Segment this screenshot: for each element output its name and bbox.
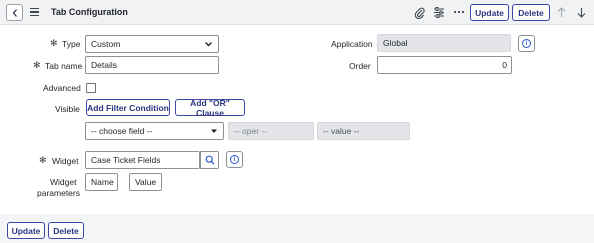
caret-down-icon xyxy=(211,129,217,133)
application-value: Global xyxy=(383,38,408,48)
application-label: Application xyxy=(331,39,373,49)
search-icon xyxy=(205,155,214,165)
info-icon: i xyxy=(522,39,531,48)
order-label: Order xyxy=(349,61,371,71)
widget-value: Case Ticket Fields xyxy=(91,155,161,165)
delete-button[interactable]: Delete xyxy=(512,4,550,21)
info-icon: i xyxy=(230,155,239,164)
form-footer: Update Delete xyxy=(0,214,594,243)
required-asterisk-icon: ✻ xyxy=(33,60,41,70)
operator-value: -- oper -- xyxy=(234,126,268,136)
footer-update-button[interactable]: Update xyxy=(7,222,45,239)
sliders-icon[interactable] xyxy=(432,5,446,19)
order-value: 0 xyxy=(502,60,507,70)
application-info-button[interactable]: i xyxy=(518,35,535,52)
arrow-down-icon[interactable] xyxy=(574,5,588,19)
choose-field-value: -- choose field -- xyxy=(91,126,153,136)
widget-lookup-button[interactable] xyxy=(200,151,219,169)
widget-param-value-placeholder: Value xyxy=(135,177,157,187)
order-input[interactable]: 0 xyxy=(377,56,512,74)
hamburger-menu-icon[interactable] xyxy=(30,6,39,18)
required-asterisk-icon: ✻ xyxy=(39,155,47,165)
required-asterisk-icon: ✻ xyxy=(50,38,58,48)
update-button[interactable]: Update xyxy=(470,4,509,21)
type-select[interactable]: Custom xyxy=(85,35,219,53)
widget-parameters-label-line2: parameters xyxy=(37,188,80,198)
widget-info-button[interactable]: i xyxy=(226,151,243,168)
type-label: Type xyxy=(62,39,81,49)
application-field: Global xyxy=(377,34,511,52)
choose-field-select[interactable]: -- choose field -- xyxy=(85,122,224,140)
widget-param-name-placeholder: Name xyxy=(91,177,114,187)
widget-parameters-label-line1: Widget xyxy=(50,177,77,187)
tab-name-label: Tab name xyxy=(45,61,83,71)
tab-name-value: Details xyxy=(91,60,117,70)
advanced-checkbox[interactable] xyxy=(86,83,96,93)
paperclip-icon[interactable] xyxy=(412,5,426,19)
ellipsis-icon[interactable] xyxy=(452,5,466,19)
widget-reference-input[interactable]: Case Ticket Fields xyxy=(85,151,200,169)
add-or-clause-button[interactable]: Add "OR" Clause xyxy=(175,98,245,118)
advanced-label: Advanced xyxy=(43,83,81,93)
visible-label: Visible xyxy=(55,104,80,114)
add-filter-condition-button[interactable]: Add Filter Condition xyxy=(86,99,170,116)
widget-label: Widget xyxy=(52,156,79,166)
chevron-down-icon xyxy=(205,42,212,47)
operator-select: -- oper -- xyxy=(228,122,314,140)
widget-param-name-input[interactable]: Name xyxy=(85,173,118,191)
footer-delete-button[interactable]: Delete xyxy=(48,222,84,239)
back-button[interactable] xyxy=(6,4,23,21)
page-title: Tab Configuration xyxy=(51,7,128,17)
tab-name-input[interactable]: Details xyxy=(85,56,219,74)
form-header: Tab Configuration Update Delete xyxy=(0,0,594,25)
widget-param-value-input[interactable]: Value xyxy=(129,173,162,191)
value-field: -- value -- xyxy=(317,122,410,140)
arrow-up-icon[interactable] xyxy=(554,5,568,19)
chevron-left-icon xyxy=(12,8,17,17)
type-select-value: Custom xyxy=(91,39,121,49)
value-field-value: -- value -- xyxy=(323,126,360,136)
